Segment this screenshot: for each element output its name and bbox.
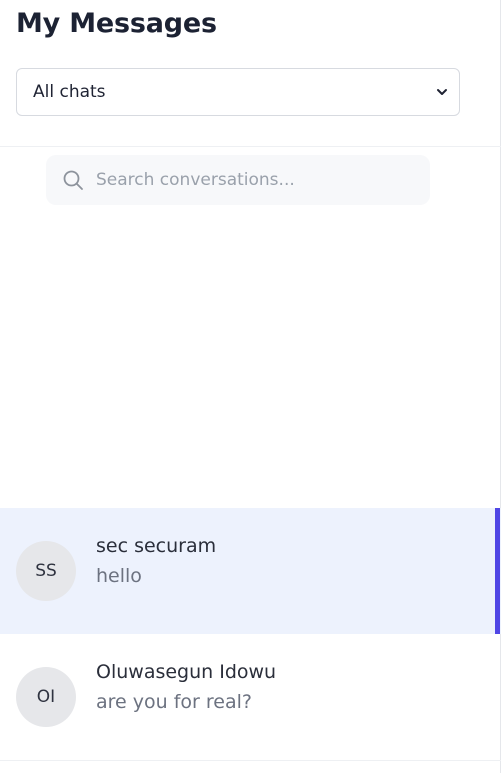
page-title: My Messages <box>16 8 217 39</box>
chat-name: Oluwasegun Idowu <box>96 661 277 683</box>
search-box[interactable] <box>46 155 430 205</box>
search-input[interactable] <box>96 165 416 195</box>
chat-list-item[interactable]: SS sec securam hello <box>0 508 501 634</box>
messages-panel: My Messages All chats SS sec securam hel… <box>0 0 501 773</box>
chat-filter-value: All chats <box>33 82 106 102</box>
list-divider <box>0 760 501 761</box>
chat-last-message: hello <box>96 565 142 587</box>
search-icon <box>63 170 83 190</box>
avatar: SS <box>16 541 76 601</box>
chat-last-message: are you for real? <box>96 691 252 713</box>
avatar: OI <box>16 667 76 727</box>
chat-filter-select[interactable]: All chats <box>16 68 460 116</box>
chat-list-item[interactable]: OI Oluwasegun Idowu are you for real? <box>0 634 501 760</box>
chat-name: sec securam <box>96 535 217 557</box>
active-indicator <box>495 508 500 634</box>
header-divider <box>0 146 501 147</box>
chevron-down-icon <box>437 89 447 95</box>
